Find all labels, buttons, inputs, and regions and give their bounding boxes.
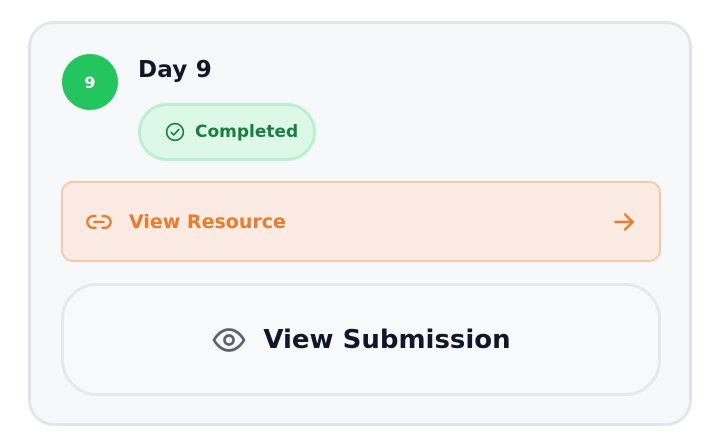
link-icon [85,208,113,236]
view-submission-label: View Submission [263,324,511,355]
status-label: Completed [195,122,299,142]
check-circle-icon [165,122,185,142]
day-card: 9 Day 9 Completed View Resource View Sub… [28,21,692,426]
day-title: Day 9 [138,57,212,83]
view-resource-button[interactable]: View Resource [61,181,661,262]
day-number: 9 [84,72,96,92]
eye-icon [211,322,247,358]
arrow-right-icon [611,209,637,235]
status-badge: Completed [138,103,316,161]
view-submission-button[interactable]: View Submission [61,283,661,396]
view-resource-label: View Resource [129,210,286,233]
day-number-badge: 9 [62,54,118,110]
